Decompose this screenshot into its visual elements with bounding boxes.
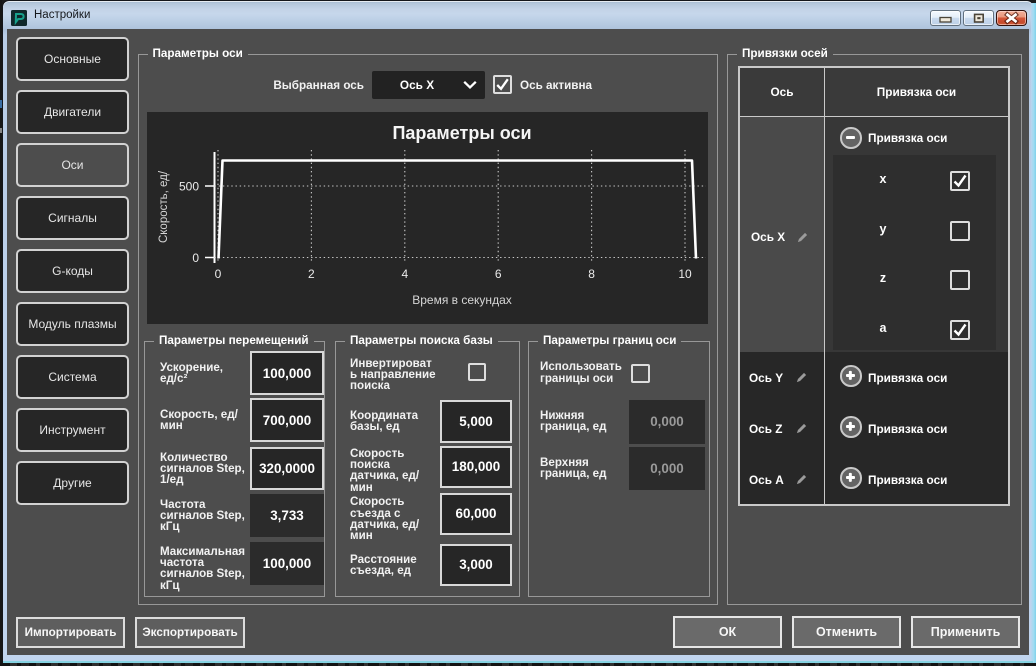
- svg-text:4: 4: [401, 267, 408, 281]
- svg-text:8: 8: [588, 267, 595, 281]
- svg-text:2: 2: [308, 267, 315, 281]
- svg-text:Время в секундах: Время в секундах: [412, 293, 512, 307]
- svg-text:6: 6: [495, 267, 502, 281]
- svg-text:10: 10: [678, 267, 692, 281]
- svg-text:Параметры оси: Параметры оси: [392, 123, 531, 143]
- svg-text:500: 500: [179, 180, 199, 194]
- svg-text:0: 0: [192, 251, 199, 265]
- svg-text:Скорость, ед/: Скорость, ед/: [158, 170, 170, 243]
- svg-text:0: 0: [215, 267, 222, 281]
